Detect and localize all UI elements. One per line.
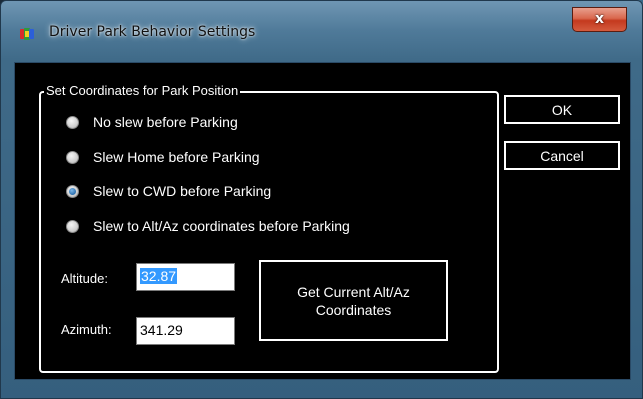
dialog-window: Driver Park Behavior Settings x Set Coor…: [0, 0, 643, 399]
dialog-body: Set Coordinates for Park Position No sle…: [14, 62, 631, 380]
altitude-value: 32.87: [140, 268, 178, 284]
close-button[interactable]: x: [572, 7, 627, 32]
azimuth-input[interactable]: 341.29: [136, 317, 235, 345]
cancel-button[interactable]: Cancel: [504, 141, 620, 170]
window-title: Driver Park Behavior Settings: [49, 24, 256, 40]
altitude-input[interactable]: 32.87: [136, 263, 235, 291]
cancel-label: Cancel: [540, 147, 584, 164]
ok-label: OK: [551, 101, 573, 118]
get-current-altaz-label: Get Current Alt/Az Coordinates: [297, 283, 410, 318]
get-current-altaz-button[interactable]: Get Current Alt/Az Coordinates: [259, 260, 448, 341]
azimuth-label: Azimuth:: [61, 322, 112, 337]
radio-slew-altaz[interactable]: Slew to Alt/Az coordinates before Parkin…: [66, 215, 350, 237]
radio-button-checked[interactable]: [66, 184, 79, 198]
radio-button[interactable]: [66, 150, 79, 164]
azimuth-value: 341.29: [140, 322, 183, 338]
close-icon: x: [594, 11, 605, 27]
radio-button[interactable]: [66, 219, 79, 233]
altitude-label: Altitude:: [61, 271, 108, 286]
radio-label: Slew Home before Parking: [93, 149, 260, 165]
groupbox-title: Set Coordinates for Park Position: [44, 83, 241, 98]
title-bar[interactable]: Driver Park Behavior Settings x: [1, 1, 642, 63]
radio-no-slew[interactable]: No slew before Parking: [66, 111, 238, 133]
ok-button[interactable]: OK: [504, 95, 620, 124]
radio-label: Slew to CWD before Parking: [93, 183, 272, 199]
app-icon: [20, 28, 34, 40]
radio-label: Slew to Alt/Az coordinates before Parkin…: [93, 218, 350, 234]
radio-slew-cwd[interactable]: Slew to CWD before Parking: [66, 180, 271, 202]
radio-slew-home[interactable]: Slew Home before Parking: [66, 146, 260, 168]
radio-label: No slew before Parking: [93, 114, 238, 130]
radio-button[interactable]: [66, 115, 79, 129]
